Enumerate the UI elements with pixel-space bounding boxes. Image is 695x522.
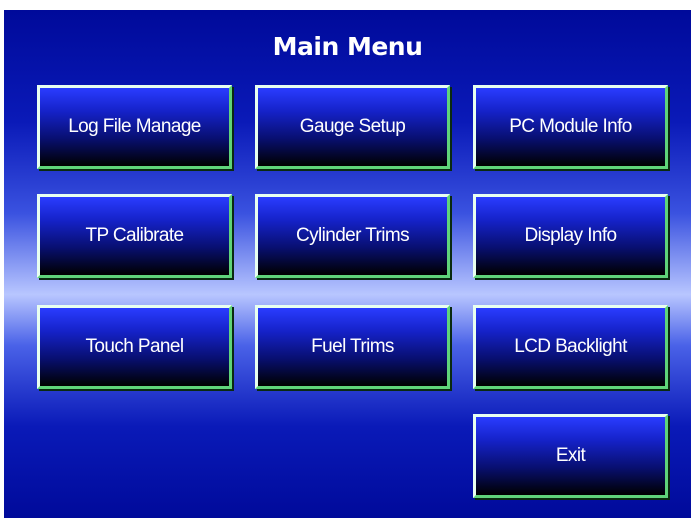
display-info-button[interactable]: Display Info (473, 194, 668, 278)
pc-module-info-button[interactable]: PC Module Info (473, 85, 668, 169)
main-menu-screen: Main Menu Log File Manage Gauge Setup PC… (4, 10, 691, 518)
tp-calibrate-button[interactable]: TP Calibrate (37, 194, 232, 278)
log-file-manage-label: Log File Manage (68, 116, 201, 137)
page-title: Main Menu (272, 32, 423, 61)
cylinder-trims-button[interactable]: Cylinder Trims (255, 194, 450, 278)
lcd-backlight-button[interactable]: LCD Backlight (473, 305, 668, 389)
fuel-trims-label: Fuel Trims (311, 336, 394, 357)
log-file-manage-button[interactable]: Log File Manage (37, 85, 232, 169)
tp-calibrate-label: TP Calibrate (85, 225, 184, 246)
touch-panel-label: Touch Panel (85, 336, 185, 357)
cylinder-trims-label: Cylinder Trims (295, 225, 410, 246)
fuel-trims-button[interactable]: Fuel Trims (255, 305, 450, 389)
display-info-label: Display Info (524, 225, 617, 246)
pc-module-info-label: PC Module Info (509, 116, 632, 137)
exit-button[interactable]: Exit (473, 414, 668, 498)
lcd-backlight-label: LCD Backlight (514, 336, 627, 357)
gauge-setup-button[interactable]: Gauge Setup (255, 85, 450, 169)
exit-label: Exit (555, 445, 586, 466)
touch-panel-button[interactable]: Touch Panel (37, 305, 232, 389)
gauge-setup-label: Gauge Setup (299, 116, 406, 137)
